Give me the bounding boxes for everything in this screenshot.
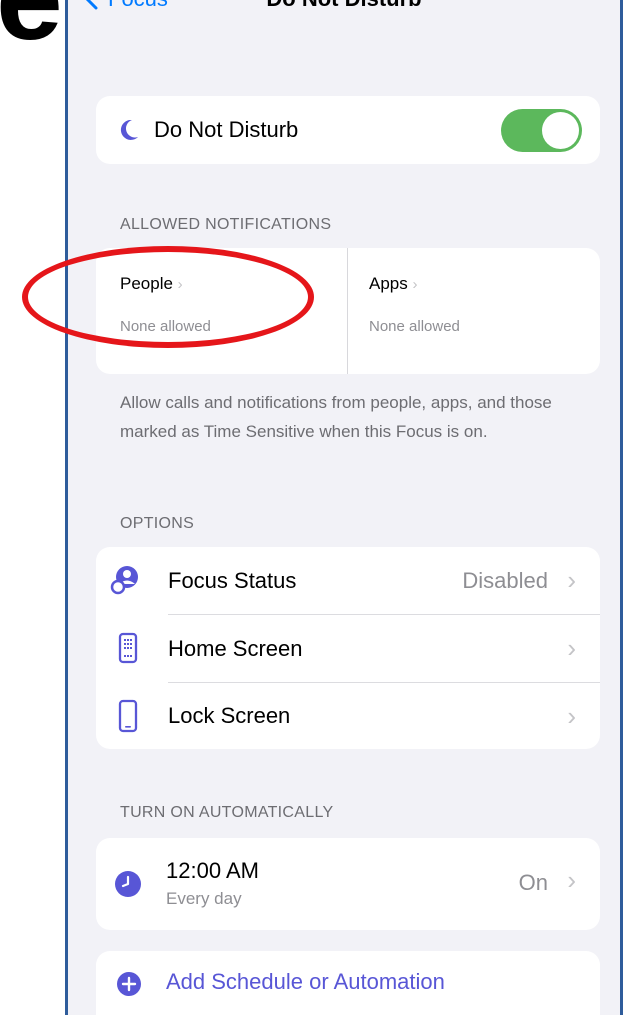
options-header: OPTIONS xyxy=(120,515,195,532)
dnd-card: Do Not Disturb xyxy=(96,96,600,164)
people-value: None allowed xyxy=(120,318,211,335)
home-screen-icon xyxy=(118,632,138,664)
lock-screen-icon xyxy=(118,699,138,733)
moon-icon xyxy=(120,119,138,140)
page-title: Do Not Disturb xyxy=(68,0,620,12)
dnd-label: Do Not Disturb xyxy=(154,117,299,142)
apps-label-row: Apps › xyxy=(369,274,417,294)
schedule-state: On xyxy=(518,870,548,895)
add-schedule-button[interactable]: Add Schedule or Automation xyxy=(96,951,600,1015)
option-label: Home Screen xyxy=(168,635,303,661)
schedule-row[interactable]: 12:00 AM Every day On › xyxy=(96,838,600,930)
chevron-right-icon: › xyxy=(567,633,576,663)
navigation-bar: Focus Do Not Disturb xyxy=(68,0,620,26)
people-label: People xyxy=(120,274,173,293)
people-cell[interactable]: People › None allowed xyxy=(96,248,347,374)
apps-value: None allowed xyxy=(369,318,460,335)
chevron-right-icon: › xyxy=(567,565,576,595)
settings-screen: Focus Do Not Disturb Do Not Disturb ALLO… xyxy=(65,0,623,1015)
plus-circle-icon xyxy=(117,972,141,996)
allowed-notifications-card: People › None allowed Apps › None allowe… xyxy=(96,248,600,374)
option-row-home-screen[interactable]: Home Screen › xyxy=(96,615,600,682)
add-schedule-label: Add Schedule or Automation xyxy=(166,969,445,994)
turn-on-automatically-header: TURN ON AUTOMATICALLY xyxy=(120,804,334,821)
allowed-notifications-footer: Allow calls and notifications from peopl… xyxy=(120,393,552,441)
schedule-repeat: Every day xyxy=(166,889,242,908)
people-label-row: People › xyxy=(120,274,183,294)
chevron-right-icon: › xyxy=(177,276,183,293)
option-label: Lock Screen xyxy=(168,703,291,728)
option-label: Focus Status xyxy=(168,567,297,593)
apps-label: Apps xyxy=(369,274,408,293)
schedule-time: 12:00 AM xyxy=(166,858,259,883)
chevron-right-icon: › xyxy=(567,865,576,895)
focus-status-icon xyxy=(110,566,138,595)
option-row-lock-screen[interactable]: Lock Screen › xyxy=(96,683,600,749)
apps-cell[interactable]: Apps › None allowed xyxy=(348,248,600,374)
option-detail: Disabled xyxy=(462,567,548,593)
clock-icon xyxy=(115,871,141,897)
chevron-right-icon: › xyxy=(567,700,576,731)
dnd-toggle[interactable] xyxy=(501,109,582,152)
background-letter: e xyxy=(0,0,63,58)
allowed-notifications-header: ALLOWED NOTIFICATIONS xyxy=(120,216,332,233)
toggle-knob xyxy=(542,112,579,149)
options-card: Focus Status Disabled › Home Screen › Lo… xyxy=(96,547,600,749)
chevron-right-icon: › xyxy=(412,276,418,293)
option-row-focus-status[interactable]: Focus Status Disabled › xyxy=(96,547,600,614)
